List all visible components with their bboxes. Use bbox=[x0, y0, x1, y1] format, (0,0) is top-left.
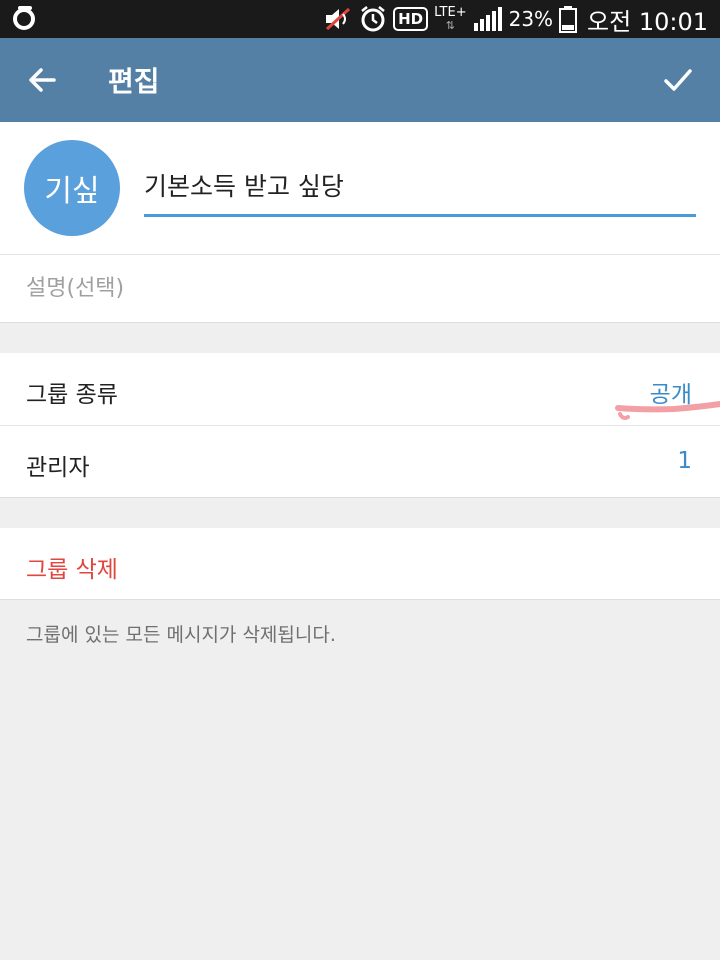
arrow-left-icon[interactable] bbox=[24, 62, 60, 98]
admins-label: 관리자 bbox=[26, 455, 90, 481]
mute-icon bbox=[326, 7, 351, 31]
avatar[interactable]: 기싶 bbox=[24, 140, 120, 236]
battery-percent: 23% bbox=[508, 7, 554, 31]
highlight-stroke bbox=[615, 401, 720, 420]
hd-icon: HD bbox=[393, 7, 429, 31]
check-icon[interactable] bbox=[660, 62, 696, 98]
group-type-row[interactable]: 그룹 종류 공개 bbox=[0, 353, 720, 426]
carrier-logo-icon bbox=[13, 6, 35, 30]
divider bbox=[0, 254, 720, 255]
group-type-label: 그룹 종류 bbox=[26, 382, 118, 408]
app-bar: 편집 bbox=[0, 38, 720, 122]
description-input[interactable] bbox=[26, 268, 686, 308]
delete-group-label: 그룹 삭제 bbox=[26, 557, 118, 583]
avatar-initials: 기싶 bbox=[44, 174, 100, 209]
status-bar: HD LTE+ ⇅ 23% 오전 10:01 bbox=[0, 0, 720, 38]
signal-icon bbox=[473, 7, 502, 31]
group-settings-card: 그룹 종류 공개 관리자 1 bbox=[0, 353, 720, 498]
delete-warning-text: 그룹에 있는 모든 메시지가 삭제됩니다. bbox=[26, 624, 336, 646]
page-title: 편집 bbox=[108, 65, 160, 98]
battery-icon bbox=[559, 6, 578, 33]
admins-row[interactable]: 관리자 1 bbox=[0, 426, 720, 498]
group-name-input[interactable] bbox=[144, 162, 696, 217]
delete-group-button[interactable]: 그룹 삭제 bbox=[0, 528, 720, 600]
hd-label: HD bbox=[398, 10, 424, 28]
lte-label: LTE+ bbox=[434, 5, 467, 20]
admins-count: 1 bbox=[677, 448, 692, 474]
lte-icon: LTE+ ⇅ bbox=[434, 5, 467, 32]
alarm-icon bbox=[361, 6, 385, 32]
group-info-card: 기싶 bbox=[0, 122, 720, 323]
clock: 오전 10:01 bbox=[587, 7, 708, 36]
status-icons: HD LTE+ ⇅ 23% 오전 10:01 bbox=[323, 0, 708, 38]
